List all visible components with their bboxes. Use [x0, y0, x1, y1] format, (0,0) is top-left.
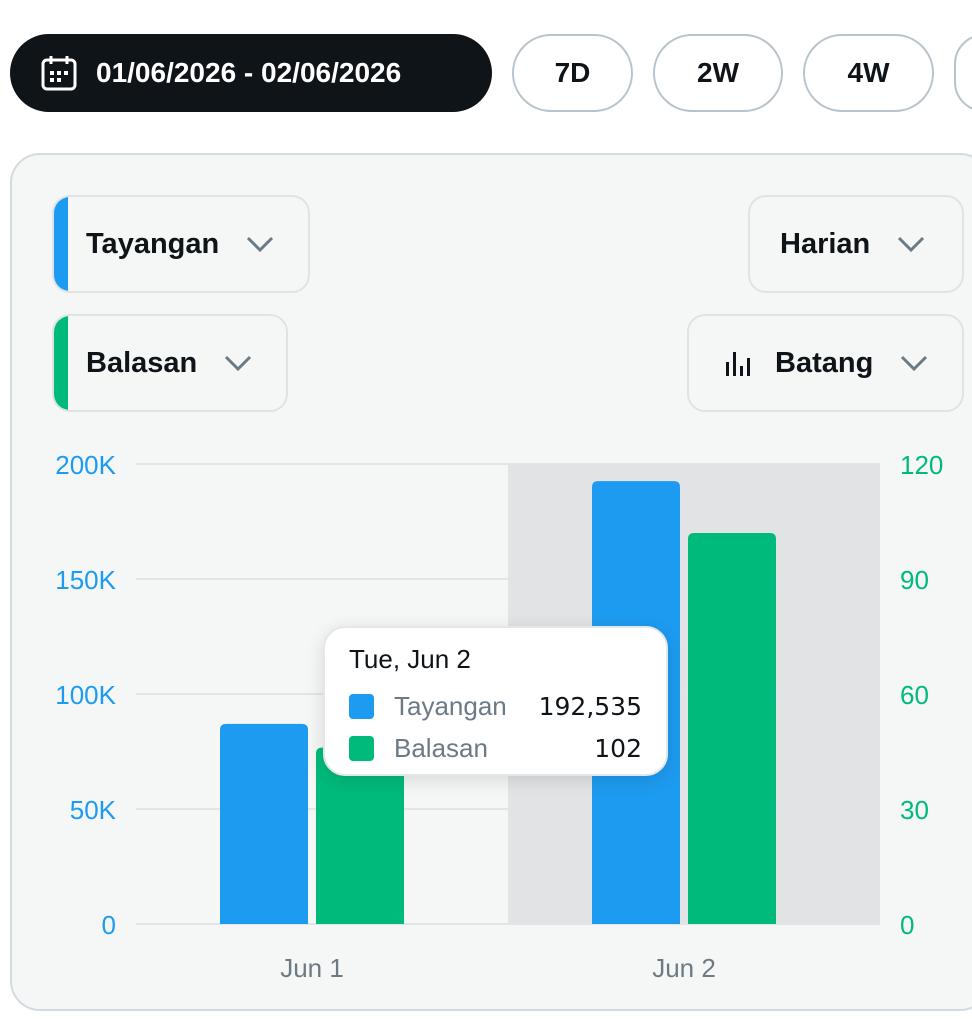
tooltip-name-primary: Tayangan — [394, 690, 507, 721]
y-left-tick-label: 150K — [55, 565, 116, 595]
tooltip-row-primary: Tayangan 192,535 — [349, 688, 642, 724]
x-tick-label: Jun 1 — [280, 953, 344, 983]
y-left-tick-label: 0 — [102, 910, 116, 940]
y-right-tick-label: 90 — [900, 565, 929, 595]
tooltip-value-primary: 192,535 — [538, 691, 642, 721]
tooltip-name-secondary: Balasan — [394, 732, 488, 763]
y-right-tick-label: 30 — [900, 795, 929, 825]
bar-tayangan-0 — [220, 723, 308, 924]
y-left-tick-label: 100K — [55, 680, 116, 710]
tooltip-row-secondary: Balasan 102 — [349, 730, 642, 766]
chart-tooltip: Tue, Jun 2 Tayangan 192,535 Balasan 102 — [323, 626, 668, 776]
y-right-tick-label: 120 — [900, 450, 943, 480]
bar-balasan-1 — [688, 533, 776, 924]
tooltip-value-secondary: 102 — [594, 733, 642, 763]
bar-chart: 0 50K 100K 150K 200K 0 30 60 90 120 Jun 1 Jun 2 — [55, 450, 943, 983]
tooltip-title: Tue, Jun 2 — [349, 644, 471, 674]
tooltip-swatch-primary — [349, 693, 374, 719]
y-right-tick-label: 0 — [900, 910, 914, 940]
tooltip-swatch-secondary — [349, 735, 374, 761]
y-left-tick-label: 50K — [70, 795, 117, 825]
x-tick-label: Jun 2 — [652, 953, 716, 983]
y-left-tick-label: 200K — [55, 450, 116, 480]
y-right-tick-label: 60 — [900, 680, 929, 710]
